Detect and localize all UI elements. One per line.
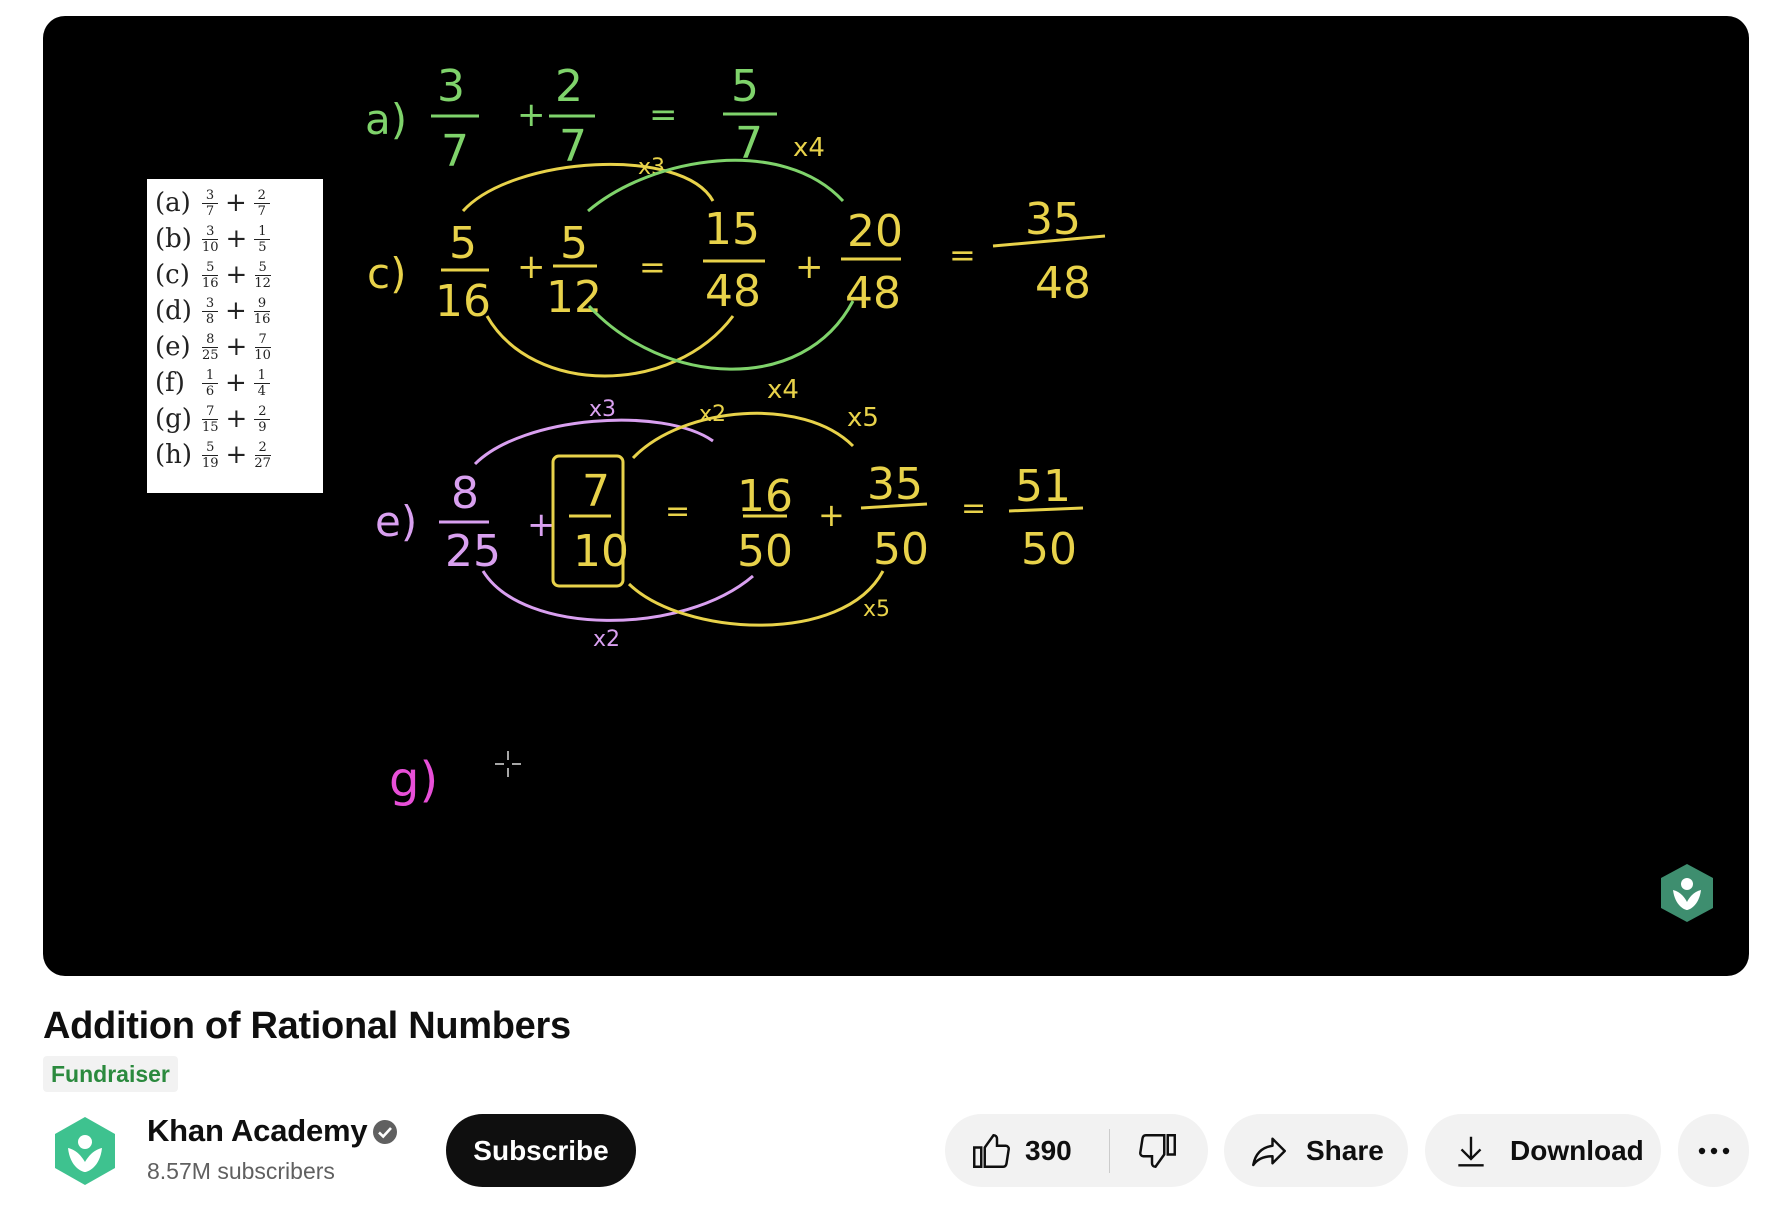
problem-e-work: e) 8 25 + x3 x2 [375,397,620,652]
like-dislike-group: 390 [945,1114,1208,1187]
svg-text:x4: x4 [793,133,825,163]
svg-text:5: 5 [560,218,588,269]
share-arrow-icon [1252,1137,1286,1166]
svg-text:+: + [527,505,556,545]
svg-text:7: 7 [441,126,469,177]
subscribe-button[interactable]: Subscribe [446,1114,636,1187]
svg-text:c): c) [367,249,406,298]
svg-text:=: = [961,491,986,526]
svg-text:=: = [665,494,690,529]
video-title: Addition of Rational Numbers [43,1005,571,1047]
svg-text:2: 2 [555,61,583,112]
download-icon [1458,1136,1484,1166]
svg-text:35: 35 [867,459,923,510]
fundraiser-badge[interactable]: Fundraiser [43,1056,178,1092]
problem-row: (e) 8 25 + 7 10 [155,331,271,363]
problem-list-card: (a) 37 + 27 (b) 3 10 + 15 (c) 5 16 + 5 12 (… [147,179,323,493]
svg-text:=: = [949,236,976,274]
video-player[interactable]: a) 3 7 + 2 7 = 5 7 c) 5 16 + 5 12 = 15 4… [43,16,1749,976]
more-horizontal-icon [1698,1147,1729,1154]
svg-text:3: 3 [437,61,465,112]
blackboard: a) 3 7 + 2 7 = 5 7 c) 5 16 + 5 12 = 15 4… [365,61,1106,808]
svg-text:5: 5 [449,218,477,269]
verified-check-icon [373,1120,397,1144]
svg-text:48: 48 [845,268,901,319]
problem-row: (f) 16 + 14 [155,365,273,401]
svg-text:5: 5 [731,61,759,112]
svg-text:50: 50 [737,526,793,577]
svg-text:x2: x2 [593,627,620,652]
svg-text:+: + [517,95,546,135]
svg-text:7: 7 [582,466,610,517]
khan-academy-watermark-icon[interactable] [1659,862,1715,924]
svg-text:x5: x5 [847,403,879,433]
problem-row: (a) 37 + 27 [155,185,273,221]
svg-text:50: 50 [1021,524,1077,575]
svg-text:e): e) [375,497,417,546]
share-button[interactable]: Share [1224,1114,1408,1187]
thumbs-down-icon [1139,1133,1176,1168]
svg-text:+: + [818,496,845,534]
like-count: 390 [1025,1134,1072,1166]
svg-text:x5: x5 [863,597,890,622]
khan-academy-logo-icon[interactable] [52,1115,118,1187]
problem-g-label: g) [389,752,438,808]
svg-text:48: 48 [1035,258,1091,309]
svg-text:35: 35 [1025,194,1081,245]
subscriber-count: 8.57M subscribers [147,1158,335,1184]
svg-text:51: 51 [1015,461,1071,512]
thumbs-up-icon [973,1133,1010,1168]
svg-text:12: 12 [546,272,602,323]
problem-row: (h) 5 19 + 2 27 [155,439,271,471]
crosshair-cursor-icon [495,751,521,777]
problem-row: (c) 5 16 + 5 12 [155,259,271,291]
svg-text:x4: x4 [767,375,799,405]
problem-a-work: a) 3 7 + 2 7 = 5 7 [365,61,763,177]
svg-text:20: 20 [847,206,903,257]
svg-text:=: = [649,95,678,135]
download-label: Download [1510,1134,1644,1166]
svg-text:48: 48 [705,266,761,317]
svg-text:10: 10 [573,526,629,577]
problem-row: (g) 7 15 + 29 [155,401,273,437]
svg-text:8: 8 [451,468,479,519]
more-actions-button[interactable] [1678,1114,1749,1187]
svg-text:x3: x3 [589,397,616,422]
like-button[interactable]: 390 [945,1114,1109,1187]
download-button[interactable]: Download [1425,1114,1661,1187]
svg-text:a): a) [365,95,407,144]
svg-text:25: 25 [445,526,501,577]
share-label: Share [1306,1134,1384,1166]
svg-text:=: = [639,248,666,286]
channel-name[interactable]: Khan Academy [147,1113,368,1149]
problem-c-work: c) 5 16 + 5 12 = 15 48 + 20 48 = 35 48 x… [367,133,1091,327]
svg-text:15: 15 [704,204,760,255]
svg-text:x2: x2 [699,402,726,427]
problem-row: (b) 3 10 + 15 [155,221,273,257]
svg-text:50: 50 [873,524,929,575]
svg-text:16: 16 [435,276,491,327]
svg-text:16: 16 [737,471,793,522]
dislike-button[interactable] [1110,1114,1208,1187]
svg-text:+: + [517,247,546,287]
svg-text:+: + [795,247,824,287]
problem-row: (d) 38 + 9 16 [155,295,271,327]
